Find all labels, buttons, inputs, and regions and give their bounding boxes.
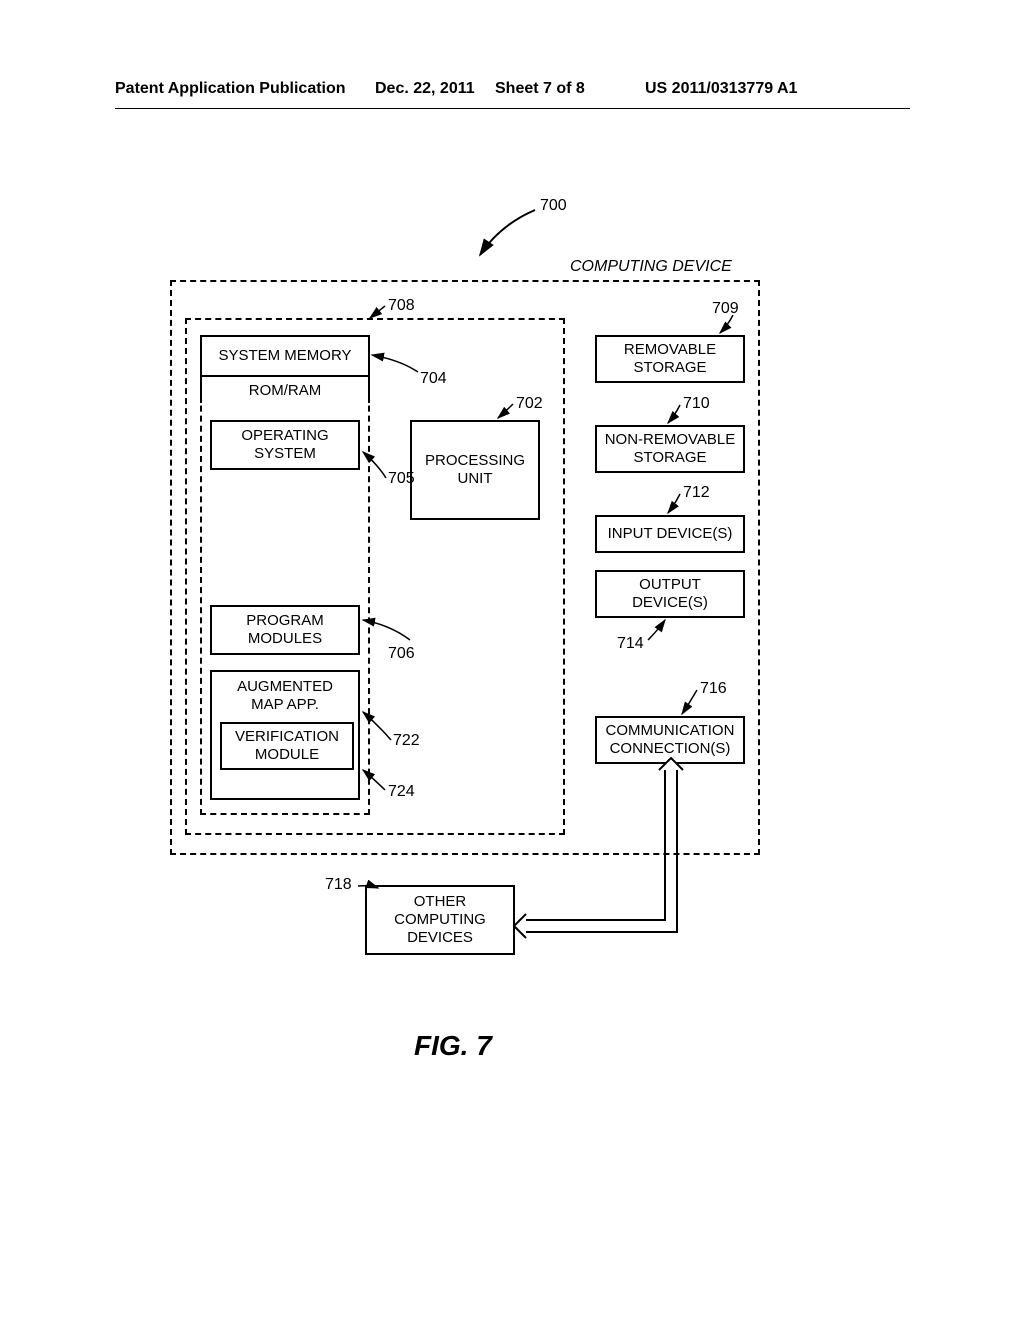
diagram-canvas: COMPUTING DEVICE SYSTEM MEMORY ROM/RAM O…: [0, 0, 1024, 1320]
diagram-svg: [0, 0, 1024, 1320]
comm-bus-arrow: [514, 758, 683, 938]
